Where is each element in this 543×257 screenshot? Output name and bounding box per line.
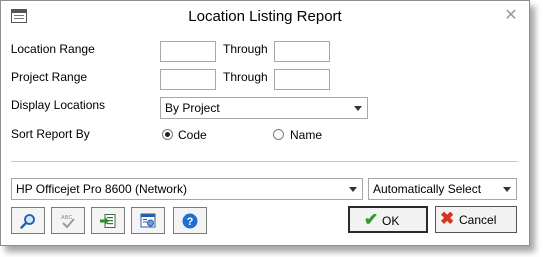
title-bar: Location Listing Report ✕ [1,1,529,33]
display-locations-select[interactable]: By Project [160,97,368,119]
sort-code-radio[interactable] [162,129,173,140]
preview-button[interactable] [11,207,45,234]
project-from-input[interactable] [160,69,216,90]
project-through-label: Through [223,70,268,84]
display-locations-label: Display Locations [11,98,106,112]
window-title: Location Listing Report [188,8,342,25]
location-from-input[interactable] [160,41,216,62]
close-icon[interactable]: ✕ [503,7,519,25]
spellcheck-text: ABC [61,215,72,221]
help-button[interactable]: ? [173,207,207,234]
search-icon [20,214,35,229]
printer-name: HP Officejet Pro 8600 (Network) [16,182,187,196]
divider [11,161,518,162]
help-icon: ? [182,213,198,229]
report-dialog: Location Listing Report ✕ LLocation Rang… [0,0,530,246]
printer-settings-icon [140,213,156,228]
printer-settings-button[interactable] [131,207,165,234]
printer-select[interactable]: HP Officejet Pro 8600 (Network) [11,178,363,200]
spellcheck-icon: ABC [61,215,75,229]
location-range-label-text: Location Range [10,42,95,56]
display-locations-value: By Project [165,101,220,115]
export-icon [100,214,116,228]
location-range-label: LLocation Range [10,42,95,56]
sort-name-radio[interactable] [273,129,284,140]
cancel-button[interactable]: ✖ Cancel [435,206,517,233]
sort-report-label: Sort Report By [11,127,90,141]
sort-code-label[interactable]: Code [178,128,207,142]
paper-tray-select[interactable]: Automatically Select [368,178,517,200]
location-through-label: Through [223,42,268,56]
sort-name-label[interactable]: Name [290,128,322,142]
export-button[interactable] [91,207,125,234]
cancel-x-icon: ✖ [440,209,455,228]
paper-tray-value: Automatically Select [373,182,482,196]
spellcheck-button[interactable]: ABC [51,207,85,234]
project-to-input[interactable] [274,69,330,90]
checkmark-icon: ✔ [364,210,379,229]
chevron-down-icon [503,187,511,192]
location-to-input[interactable] [274,41,330,62]
chevron-down-icon [354,106,362,111]
ok-label: OK [382,214,400,228]
project-range-label: Project Range [11,70,88,84]
ok-button[interactable]: ✔ OK [348,206,428,233]
chevron-down-icon [349,187,357,192]
cancel-label: Cancel [459,213,497,227]
help-glyph: ? [187,216,194,228]
